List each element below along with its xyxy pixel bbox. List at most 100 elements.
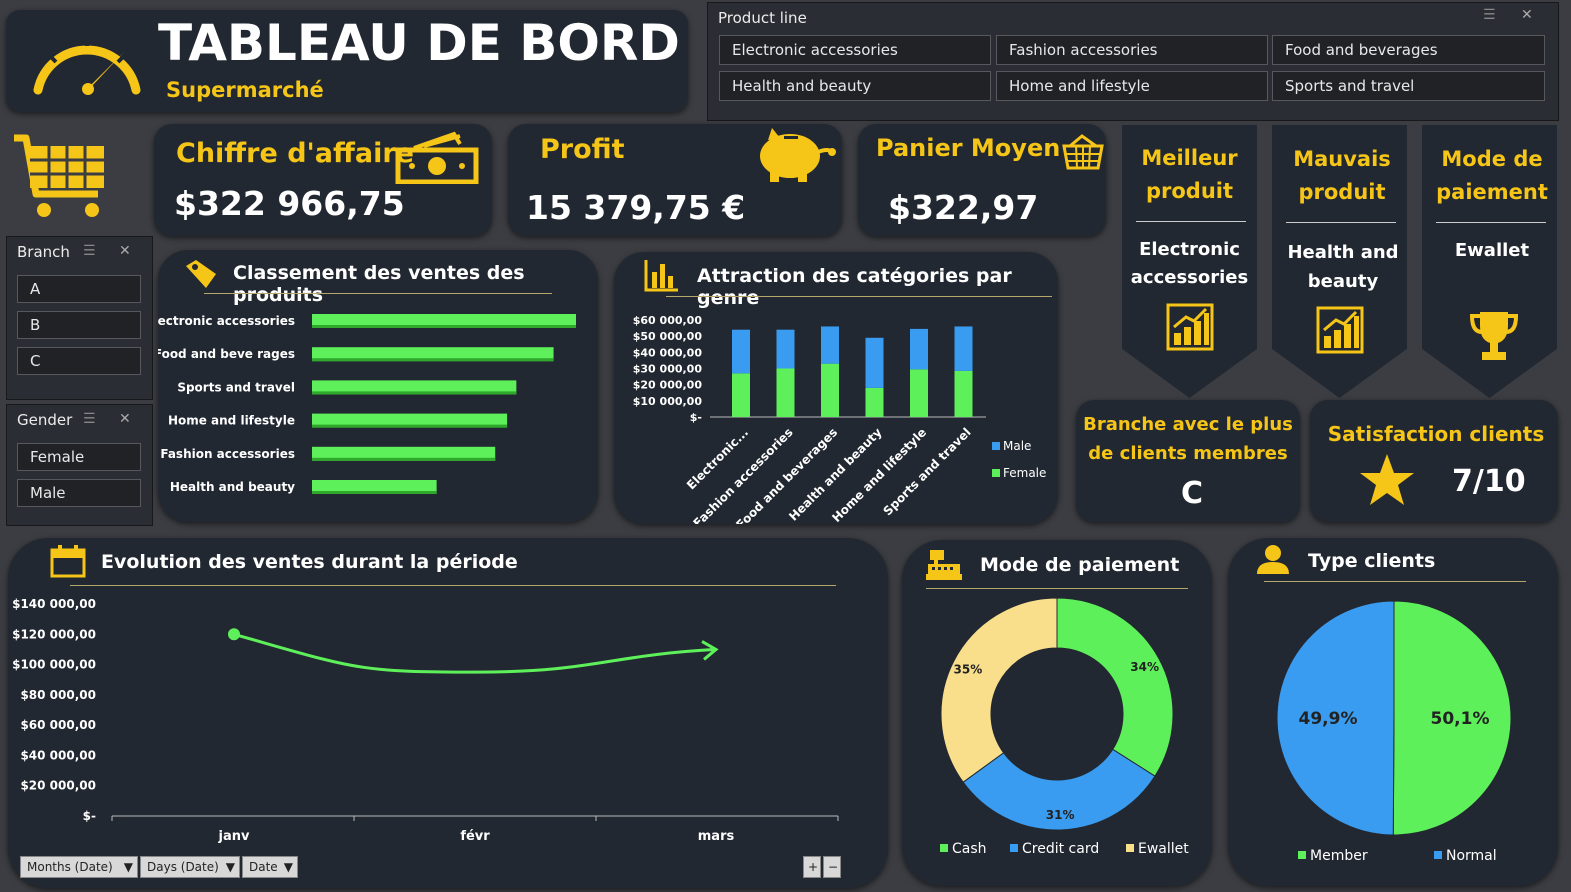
legend-swatch: [940, 844, 948, 852]
header-panel: TABLEAU DE BORD Supermarché: [6, 10, 688, 112]
stacked-bar-male: [865, 337, 884, 388]
ranking-chart-panel: Classement des ventes des produits Elect…: [158, 250, 598, 522]
y-tick-label: $50 000,00: [633, 330, 703, 343]
growth-chart-icon: [1316, 306, 1364, 354]
divider: [1436, 222, 1546, 223]
legend-swatch: [1126, 844, 1134, 852]
basket-icon: [1062, 134, 1104, 170]
page-subtitle: Supermarché: [166, 78, 324, 102]
y-tick-label: $140 000,00: [12, 597, 96, 611]
stacked-bar-male: [954, 326, 973, 371]
satisfaction-card: Satisfaction clients 7/10: [1310, 400, 1558, 522]
expand-button[interactable]: +: [803, 856, 821, 878]
date-dropdown[interactable]: Date ▼: [242, 856, 298, 878]
gender-slicer: Gender ☰ ✕ Female Male: [6, 404, 153, 526]
piggy-bank-icon: [760, 128, 836, 182]
y-tick-label: $80 000,00: [20, 688, 96, 702]
y-tick-label: $20 000,00: [20, 779, 96, 793]
slicer-item-health[interactable]: Health and beauty: [719, 71, 991, 101]
slice-value-label: 34%: [1130, 660, 1159, 674]
title-underline: [204, 293, 552, 294]
kpi-ca-label: Chiffre d'affaire: [176, 138, 414, 169]
branch-item-a[interactable]: A: [17, 275, 141, 303]
legend-label: Normal: [1446, 848, 1497, 864]
slicer-item-electronic[interactable]: Electronic accessories: [719, 35, 991, 65]
legend-label: Male: [1003, 439, 1031, 453]
payment-donut-chart: 34% 31% 35% Cash Credit card Ewallet: [940, 597, 1189, 857]
x-tick-label: mars: [698, 829, 735, 844]
bar-label: Home and lifestyle: [168, 414, 295, 428]
bar-shadow: [312, 391, 517, 395]
dropdown-arrow-icon: ▼: [283, 860, 293, 874]
multi-select-icon[interactable]: ☰: [83, 243, 96, 259]
clear-filter-icon[interactable]: ✕: [119, 243, 131, 259]
page-title: TABLEAU DE BORD: [158, 14, 680, 72]
slicer-item-food[interactable]: Food and beverages: [1272, 35, 1545, 65]
stacked-bar-male: [776, 329, 795, 369]
multi-select-icon[interactable]: ☰: [83, 411, 96, 427]
cart-icon: [14, 134, 104, 217]
clear-filter-icon[interactable]: ✕: [1521, 7, 1533, 23]
growth-chart-icon: [1166, 303, 1214, 351]
divider: [1136, 221, 1246, 222]
bar-shadow: [312, 358, 554, 362]
y-tick-label: $40 000,00: [633, 346, 703, 359]
branch-item-c[interactable]: C: [17, 347, 141, 375]
tag-icon: [186, 260, 216, 288]
type-chart-panel: Type clients 50,1% 49,9% Member Normal: [1228, 538, 1558, 886]
months-date-dropdown[interactable]: Months (Date) ▼: [20, 856, 138, 878]
y-tick-label: $60 000,00: [20, 718, 96, 732]
stacked-bar-female: [865, 387, 884, 417]
days-date-dropdown[interactable]: Days (Date) ▼: [140, 856, 240, 878]
stacked-bar-female: [954, 370, 973, 417]
gender-item-male[interactable]: Male: [17, 479, 141, 507]
kpi-profit-card: Profit 15 379,75 €: [508, 124, 842, 236]
collapse-button[interactable]: −: [823, 856, 841, 878]
legend-label: Member: [1310, 848, 1368, 864]
gender-slicer-title: Gender: [17, 411, 73, 429]
y-tick-label: $120 000,00: [12, 627, 96, 641]
branch-card: Branche avec le plus de clients membres C: [1076, 400, 1300, 522]
slicer-item-sports[interactable]: Sports and travel: [1272, 71, 1545, 101]
slice-value-label: 50,1%: [1431, 709, 1490, 729]
y-tick-label: $30 000,00: [633, 363, 703, 376]
legend-label: Credit card: [1022, 841, 1099, 857]
trophy-icon: [1469, 312, 1519, 360]
legend-swatch: [992, 442, 1000, 450]
slicer-item-home[interactable]: Home and lifestyle: [996, 71, 1268, 101]
kpi-profit-label: Profit: [540, 134, 625, 165]
bar-shadow: [312, 424, 508, 428]
satisfaction-title: Satisfaction clients: [1327, 422, 1545, 446]
stacked-bar-male: [821, 326, 839, 364]
stacked-bar-female: [732, 373, 750, 417]
kpi-panier-card: Panier Moyen $322,97: [858, 124, 1106, 236]
stacked-bar-female: [821, 363, 839, 417]
donut-slice-ewallet: [940, 597, 1058, 783]
legend-swatch: [1298, 851, 1306, 859]
gender-chart-panel: Attraction des catégories par genre $60 …: [614, 252, 1058, 524]
speedometer-icon: [33, 38, 141, 95]
slice-value-label: 49,9%: [1299, 709, 1358, 729]
y-tick-label: $40 000,00: [20, 748, 96, 762]
multi-select-icon[interactable]: ☰: [1483, 7, 1496, 23]
branch-slicer-title: Branch: [17, 243, 70, 261]
x-tick-label: Sports and travel: [881, 425, 974, 518]
kpi-panier-value: $322,97: [888, 188, 1039, 227]
type-pie-chart: 50,1% 49,9% Member Normal: [1276, 600, 1512, 864]
branch-item-b[interactable]: B: [17, 311, 141, 339]
evolution-chart-panel: Evolution des ventes durant la période $…: [8, 538, 888, 888]
y-tick-label: $10 000,00: [633, 395, 703, 408]
bar-shadow: [312, 491, 437, 494]
slicer-item-fashion[interactable]: Fashion accessories: [996, 35, 1268, 65]
kpi-panier-label: Panier Moyen: [876, 134, 1061, 162]
payment-mode-title: Mode de paiement: [1436, 147, 1548, 204]
payment-chart-panel: Mode de paiement 34% 31% 35% Cash Credit car…: [902, 540, 1212, 886]
clear-filter-icon[interactable]: ✕: [119, 411, 131, 427]
donut-slice-cash: [1056, 597, 1174, 777]
legend-swatch: [1010, 844, 1018, 852]
legend-label: Ewallet: [1138, 841, 1189, 857]
gender-item-female[interactable]: Female: [17, 443, 141, 471]
gender-chart: $60 000,00 $50 000,00 $40 000,00 $30 000,00…: [633, 314, 1047, 524]
kpi-ca-value: $322 966,75: [174, 184, 405, 223]
sales-line: [233, 632, 717, 674]
